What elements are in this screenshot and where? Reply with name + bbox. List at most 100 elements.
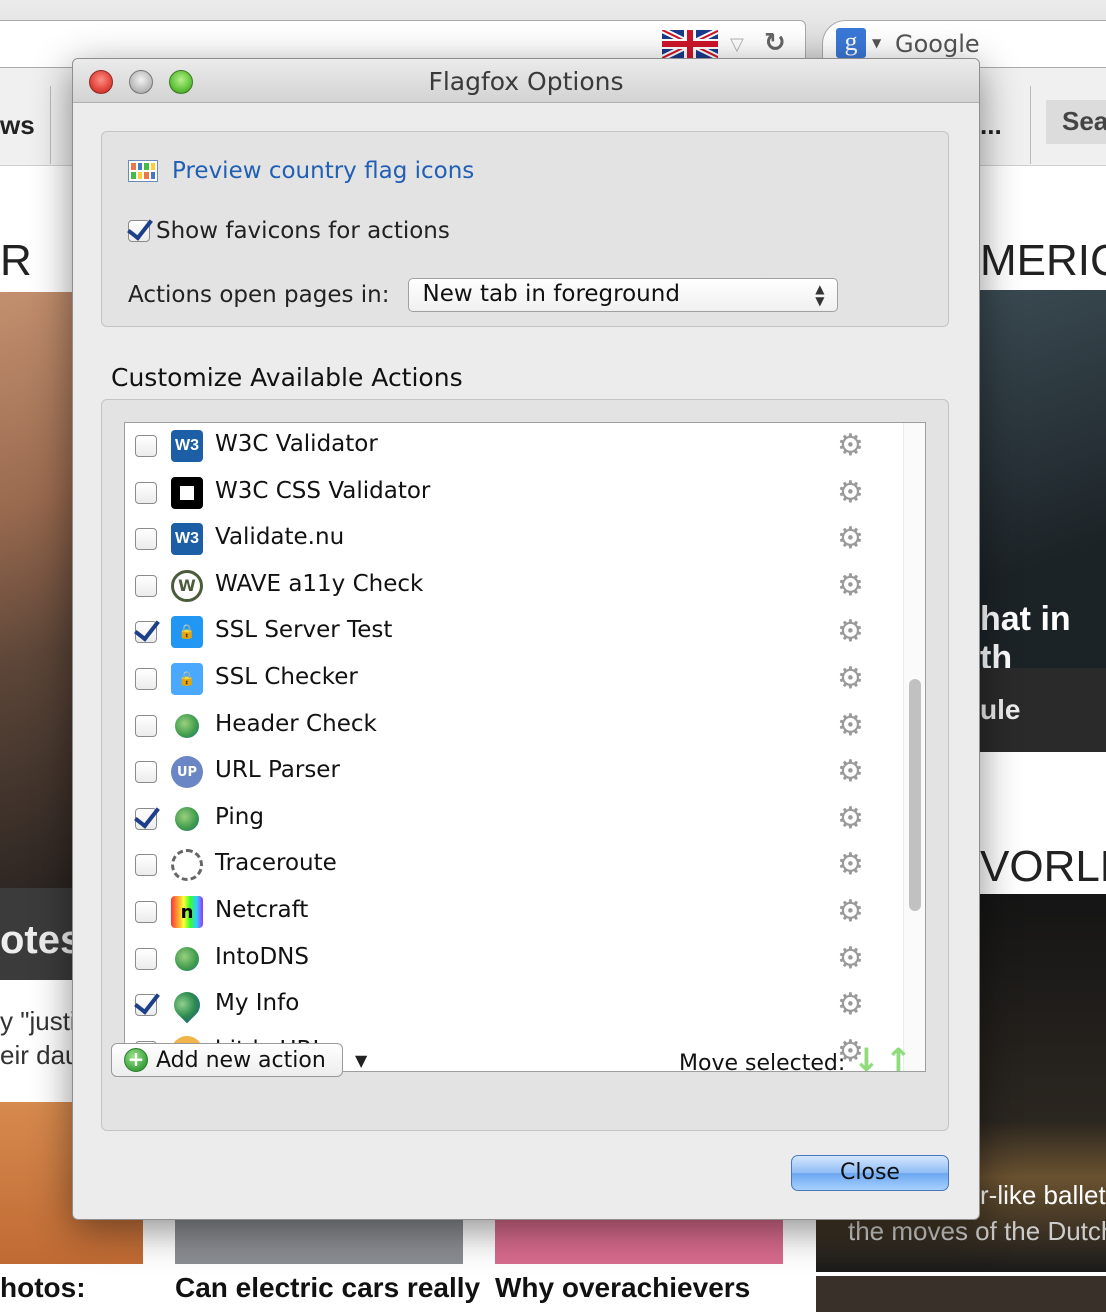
show-favicons-checkbox[interactable] (128, 220, 150, 242)
gear-icon[interactable]: ⚙ (837, 943, 864, 974)
w3c-icon: W3 (171, 430, 203, 462)
action-checkbox[interactable] (135, 528, 157, 551)
gear-icon[interactable]: ⚙ (837, 990, 864, 1020)
action-row[interactable]: IntoDNS ⚙ (125, 936, 905, 982)
action-checkbox[interactable] (135, 947, 157, 970)
bookmark-item[interactable]: ws (0, 110, 35, 141)
move-up-arrow-icon[interactable]: ↑ (885, 1043, 912, 1077)
background-photo (0, 292, 72, 890)
action-row[interactable]: Ping ⚙ (125, 796, 905, 842)
background-heading: VORLD (980, 842, 1106, 891)
move-down-arrow-icon[interactable]: ↓ (853, 1043, 880, 1077)
gear-icon[interactable]: ⚙ (837, 431, 864, 461)
gear-icon[interactable]: ⚙ (837, 710, 864, 741)
action-name: IntoDNS (215, 943, 309, 970)
globe-icon (175, 806, 199, 831)
url-parser-icon: UP (171, 756, 203, 789)
action-name: Traceroute (215, 850, 337, 877)
action-name: WAVE a11y Check (215, 570, 424, 597)
bookmark-search[interactable]: Sea (1046, 100, 1106, 144)
dialog-titlebar[interactable]: Flagfox Options (73, 59, 979, 103)
background-caption: otes (0, 918, 83, 962)
action-row[interactable]: W WAVE a11y Check ⚙ (125, 563, 905, 609)
gear-icon[interactable]: ⚙ (837, 664, 864, 694)
action-row[interactable]: UP URL Parser ⚙ (125, 749, 905, 795)
w3c-icon: W3 (171, 523, 203, 556)
gear-icon[interactable]: ⚙ (837, 477, 864, 508)
action-row[interactable]: W3C CSS Validator ⚙ (125, 470, 905, 516)
background-caption: ule (980, 694, 1021, 725)
gear-icon[interactable]: ⚙ (837, 850, 864, 880)
action-row[interactable]: My Info ⚙ (125, 982, 905, 1028)
background-photo (495, 1218, 783, 1264)
background-headline[interactable]: hotos: (0, 1272, 86, 1304)
url-history-dropdown-icon[interactable]: ▽ (730, 34, 744, 55)
google-icon[interactable]: g (836, 28, 866, 58)
background-snippet: y "justi eir dau (0, 1006, 80, 1070)
background-caption: r-like ballet (980, 1180, 1106, 1210)
action-checkbox[interactable] (135, 435, 157, 457)
select-arrows-icon: ▲ ▼ (815, 282, 825, 308)
action-checkbox[interactable] (135, 621, 157, 644)
add-new-action-label: Add new action (156, 1047, 326, 1073)
gear-icon[interactable]: ⚙ (837, 524, 864, 554)
action-name: W3C Validator (215, 431, 378, 457)
uk-flag-icon[interactable] (662, 30, 718, 58)
action-name: URL Parser (215, 757, 340, 784)
action-row[interactable]: W3 Validate.nu ⚙ (125, 516, 905, 562)
open-pages-option: Actions open pages in: New tab in foregr… (128, 278, 838, 312)
globe-icon (175, 946, 199, 971)
action-checkbox[interactable] (135, 994, 157, 1017)
action-name: Validate.nu (215, 524, 345, 551)
action-checkbox[interactable] (135, 761, 157, 784)
action-row[interactable]: Traceroute ⚙ (125, 842, 905, 888)
action-row[interactable]: 🔒 SSL Server Test ⚙ (125, 609, 905, 655)
action-row[interactable]: n Netcraft ⚙ (125, 889, 905, 935)
action-name: Ping (215, 803, 264, 830)
actions-list[interactable]: W3 W3C Validator ⚙ W3C CSS Validator ⚙ W3 Vali… (124, 422, 926, 1072)
css-validator-icon (171, 476, 203, 509)
background-photo (175, 1218, 463, 1264)
action-checkbox[interactable] (135, 574, 157, 597)
background-photo (816, 1276, 1106, 1312)
gear-icon[interactable]: ⚙ (837, 570, 864, 601)
show-favicons-option[interactable]: Show favicons for actions (128, 218, 450, 244)
action-row[interactable]: 🔒 SSL Checker ⚙ (125, 656, 905, 702)
show-favicons-label[interactable]: Show favicons for actions (156, 218, 450, 244)
action-row[interactable]: Header Check ⚙ (125, 703, 905, 749)
flag-grid-icon (128, 160, 158, 182)
action-name: SSL Server Test (215, 617, 393, 644)
gear-icon[interactable]: ⚙ (837, 897, 864, 927)
action-checkbox[interactable] (135, 481, 157, 504)
scrollbar-thumb[interactable] (909, 679, 921, 911)
plus-icon: + (124, 1048, 148, 1072)
preview-flags-link[interactable]: Preview country flag icons (128, 158, 474, 184)
background-headline[interactable]: Can electric cars really (175, 1272, 480, 1304)
open-pages-select[interactable]: New tab in foreground ▲ ▼ (407, 278, 838, 312)
add-action-menu-icon[interactable]: ▼ (355, 1051, 367, 1070)
add-new-action-button[interactable]: + Add new action (111, 1043, 343, 1077)
action-row[interactable]: W3 W3C Validator ⚙ (125, 423, 905, 469)
globe-icon (175, 713, 199, 738)
action-name: My Info (215, 990, 300, 1017)
search-engine-dropdown-icon[interactable]: ▼ (872, 36, 881, 50)
action-checkbox[interactable] (135, 714, 157, 737)
action-checkbox[interactable] (135, 807, 157, 830)
action-checkbox[interactable] (135, 901, 157, 923)
action-checkbox[interactable] (135, 668, 157, 690)
close-button[interactable]: Close (791, 1155, 949, 1191)
scrollbar[interactable] (903, 423, 925, 1071)
gear-icon[interactable]: ⚙ (837, 803, 864, 834)
background-caption: hat in th (980, 600, 1071, 677)
background-heading: MERIC (980, 236, 1106, 285)
preview-flags-label[interactable]: Preview country flag icons (172, 158, 474, 184)
gear-icon[interactable]: ⚙ (837, 617, 864, 647)
background-heading: R (0, 236, 32, 285)
action-checkbox[interactable] (135, 854, 157, 877)
map-pin-icon (168, 986, 206, 1024)
bookmark-overflow[interactable]: ... (980, 110, 1002, 141)
gear-icon[interactable]: ⚙ (837, 757, 864, 787)
reload-icon[interactable]: ↻ (764, 28, 786, 58)
background-headline[interactable]: Why overachievers (495, 1272, 750, 1304)
search-placeholder[interactable]: Google (895, 30, 980, 58)
